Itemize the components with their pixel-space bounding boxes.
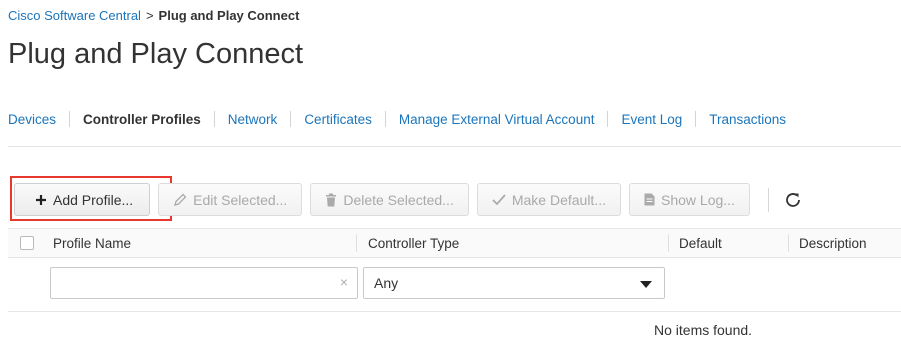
tab-devices[interactable]: Devices bbox=[8, 112, 56, 127]
page-title: Plug and Play Connect bbox=[8, 38, 304, 70]
column-separator bbox=[668, 234, 669, 252]
breadcrumb-separator: > bbox=[145, 8, 154, 23]
pencil-icon bbox=[173, 193, 187, 207]
column-header-controller-type[interactable]: Controller Type bbox=[368, 229, 459, 257]
tab-divider bbox=[290, 111, 292, 127]
delete-selected-label: Delete Selected... bbox=[343, 191, 454, 208]
profile-name-filter: × bbox=[50, 267, 358, 299]
column-header-default[interactable]: Default bbox=[679, 229, 722, 257]
column-header-description[interactable]: Description bbox=[799, 229, 867, 257]
tab-controller-profiles[interactable]: Controller Profiles bbox=[83, 112, 201, 127]
tab-manage-external-virtual-account[interactable]: Manage External Virtual Account bbox=[399, 112, 595, 127]
tab-certificates[interactable]: Certificates bbox=[304, 112, 372, 127]
refresh-icon[interactable] bbox=[783, 190, 803, 210]
filter-row: × Any bbox=[8, 258, 901, 312]
add-profile-button[interactable]: Add Profile... bbox=[14, 183, 151, 216]
edit-selected-button[interactable]: Edit Selected... bbox=[158, 183, 303, 216]
tab-nav: Devices Controller Profiles Network Cert… bbox=[8, 111, 786, 127]
controller-type-selected-value: Any bbox=[374, 275, 399, 291]
document-icon bbox=[644, 193, 655, 206]
tab-divider bbox=[213, 111, 215, 127]
make-default-label: Make Default... bbox=[511, 191, 606, 208]
show-log-label: Show Log... bbox=[661, 191, 735, 208]
select-all-checkbox[interactable] bbox=[20, 236, 34, 250]
caret-down-icon bbox=[640, 281, 652, 288]
toolbar: Add Profile... Edit Selected... Delete S… bbox=[14, 183, 803, 216]
tab-divider bbox=[384, 111, 386, 127]
add-profile-label: Add Profile... bbox=[53, 191, 134, 208]
tab-transactions[interactable]: Transactions bbox=[709, 112, 786, 127]
plus-icon bbox=[35, 194, 47, 206]
column-header-profile-name[interactable]: Profile Name bbox=[53, 229, 131, 257]
column-separator bbox=[356, 234, 357, 252]
section-divider bbox=[8, 146, 901, 147]
clear-icon[interactable]: × bbox=[340, 274, 348, 290]
show-log-button[interactable]: Show Log... bbox=[629, 183, 750, 216]
toolbar-separator bbox=[767, 187, 769, 212]
controller-type-select[interactable]: Any bbox=[363, 267, 665, 299]
delete-selected-button[interactable]: Delete Selected... bbox=[310, 183, 469, 216]
tab-divider bbox=[607, 111, 609, 127]
breadcrumb: Cisco Software Central > Plug and Play Con… bbox=[8, 8, 299, 23]
trash-icon bbox=[325, 193, 337, 207]
breadcrumb-current: Plug and Play Connect bbox=[158, 8, 300, 23]
edit-selected-label: Edit Selected... bbox=[193, 191, 288, 208]
checkmark-icon bbox=[492, 193, 506, 206]
tab-network[interactable]: Network bbox=[228, 112, 278, 127]
table-header: Profile Name Controller Type Default Des… bbox=[8, 228, 901, 258]
breadcrumb-link-cisco-software-central[interactable]: Cisco Software Central bbox=[8, 8, 141, 23]
make-default-button[interactable]: Make Default... bbox=[476, 183, 621, 216]
tab-divider bbox=[69, 111, 71, 127]
tab-event-log[interactable]: Event Log bbox=[621, 112, 682, 127]
column-separator bbox=[788, 234, 789, 252]
empty-table-message: No items found. bbox=[654, 322, 753, 338]
tab-divider bbox=[695, 111, 697, 127]
profile-name-filter-input[interactable] bbox=[51, 268, 331, 298]
